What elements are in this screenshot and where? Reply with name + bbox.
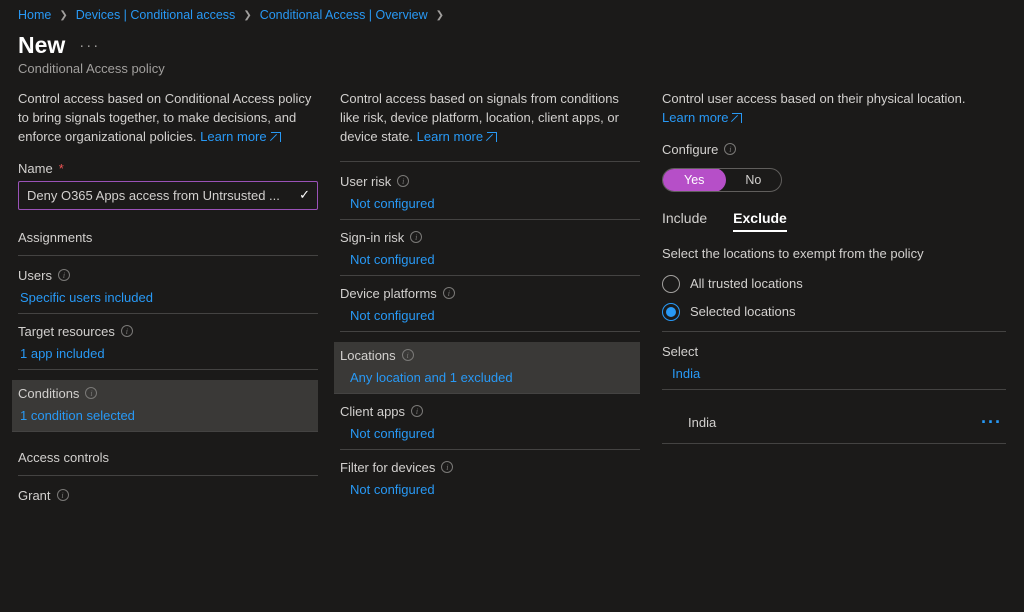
radio-icon-selected	[662, 303, 680, 321]
radio-label: Selected locations	[690, 304, 796, 319]
learn-more-link[interactable]: Learn more	[417, 128, 497, 147]
tab-include[interactable]: Include	[662, 210, 707, 232]
conditions-value[interactable]: 1 condition selected	[18, 408, 318, 423]
locations-block[interactable]: Locationsi Any location and 1 excluded	[334, 342, 640, 394]
selected-location-name: India	[688, 415, 716, 430]
configure-label: Configurei	[662, 142, 1006, 157]
breadcrumb-devices[interactable]: Devices | Conditional access	[76, 8, 236, 22]
chevron-right-icon: ❯	[243, 10, 251, 21]
column-conditions: Control access based on signals from con…	[340, 90, 640, 515]
radio-all-trusted[interactable]: All trusted locations	[662, 275, 1006, 293]
more-actions-button[interactable]: ···	[79, 37, 100, 54]
toggle-yes[interactable]: Yes	[662, 168, 726, 192]
info-icon[interactable]: i	[397, 175, 409, 187]
users-block[interactable]: Usersi Specific users included	[18, 268, 318, 314]
breadcrumb-overview[interactable]: Conditional Access | Overview	[260, 8, 428, 22]
locations-description: Control user access based on their physi…	[662, 90, 1006, 128]
radio-icon	[662, 275, 680, 293]
info-icon[interactable]: i	[85, 387, 97, 399]
exclude-instruction: Select the locations to exempt from the …	[662, 246, 1006, 261]
name-input-wrap: ✓	[18, 181, 318, 210]
select-label: Select	[662, 344, 1006, 359]
device-platforms-block[interactable]: Device platformsi Not configured	[340, 286, 640, 332]
basics-description: Control access based on Conditional Acce…	[18, 90, 318, 147]
info-icon[interactable]: i	[58, 269, 70, 281]
column-locations: Control user access based on their physi…	[662, 90, 1006, 515]
info-icon[interactable]: i	[121, 325, 133, 337]
client-apps-value[interactable]: Not configured	[340, 426, 640, 441]
client-apps-block[interactable]: Client appsi Not configured	[340, 404, 640, 450]
toggle-no[interactable]: No	[725, 169, 781, 191]
client-apps-label: Client appsi	[340, 404, 640, 419]
target-resources-block[interactable]: Target resourcesi 1 app included	[18, 324, 318, 370]
name-label: Name*	[18, 161, 318, 176]
configure-toggle[interactable]: Yes No	[662, 168, 782, 192]
info-icon[interactable]: i	[411, 405, 423, 417]
info-icon[interactable]: i	[724, 143, 736, 155]
signin-risk-block[interactable]: Sign-in riski Not configured	[340, 230, 640, 276]
locations-value[interactable]: Any location and 1 excluded	[340, 370, 640, 385]
external-link-icon	[732, 113, 742, 123]
page-title: New	[18, 32, 65, 59]
tab-exclude[interactable]: Exclude	[733, 210, 787, 232]
info-icon[interactable]: i	[57, 489, 69, 501]
users-value[interactable]: Specific users included	[18, 290, 318, 305]
conditions-label: Conditionsi	[18, 386, 318, 401]
device-platforms-value[interactable]: Not configured	[340, 308, 640, 323]
divider	[18, 255, 318, 256]
signin-risk-value[interactable]: Not configured	[340, 252, 640, 267]
learn-more-link[interactable]: Learn more	[662, 109, 742, 128]
select-value[interactable]: India	[662, 366, 1006, 381]
conditions-block[interactable]: Conditionsi 1 condition selected	[12, 380, 318, 432]
filter-devices-label: Filter for devicesi	[340, 460, 640, 475]
breadcrumb-home[interactable]: Home	[18, 8, 51, 22]
user-risk-block[interactable]: User riski Not configured	[340, 174, 640, 220]
name-input[interactable]	[18, 181, 318, 210]
radio-selected-locations[interactable]: Selected locations	[662, 303, 1006, 321]
info-icon[interactable]: i	[443, 287, 455, 299]
breadcrumb: Home ❯ Devices | Conditional access ❯ Co…	[0, 0, 1024, 26]
filter-devices-value[interactable]: Not configured	[340, 482, 640, 497]
access-controls-heading: Access controls	[18, 450, 318, 465]
radio-label: All trusted locations	[690, 276, 803, 291]
column-basics: Control access based on Conditional Acce…	[18, 90, 318, 515]
include-exclude-tabs: Include Exclude	[662, 210, 1006, 232]
divider	[340, 161, 640, 162]
info-icon[interactable]: i	[410, 231, 422, 243]
info-icon[interactable]: i	[441, 461, 453, 473]
locations-label: Locationsi	[340, 348, 640, 363]
signin-risk-label: Sign-in riski	[340, 230, 640, 245]
info-icon[interactable]: i	[402, 349, 414, 361]
target-label: Target resourcesi	[18, 324, 318, 339]
user-risk-label: User riski	[340, 174, 640, 189]
learn-more-link[interactable]: Learn more	[200, 128, 280, 147]
external-link-icon	[271, 132, 281, 142]
user-risk-value[interactable]: Not configured	[340, 196, 640, 211]
chevron-right-icon: ❯	[436, 10, 444, 21]
row-more-button[interactable]: ···	[981, 412, 1002, 433]
chevron-right-icon: ❯	[59, 10, 67, 21]
grant-label[interactable]: Granti	[18, 488, 318, 503]
external-link-icon	[487, 132, 497, 142]
title-row: New ···	[0, 26, 1024, 59]
users-label: Usersi	[18, 268, 318, 283]
target-value[interactable]: 1 app included	[18, 346, 318, 361]
assignments-heading: Assignments	[18, 230, 318, 245]
check-icon: ✓	[299, 187, 310, 203]
page-subtitle: Conditional Access policy	[0, 59, 1024, 90]
divider	[662, 331, 1006, 332]
select-block[interactable]: Select India	[662, 344, 1006, 390]
filter-devices-block[interactable]: Filter for devicesi Not configured	[340, 460, 640, 505]
selected-location-row: India ···	[662, 402, 1006, 444]
device-platforms-label: Device platformsi	[340, 286, 640, 301]
conditions-description: Control access based on signals from con…	[340, 90, 640, 147]
divider	[18, 475, 318, 476]
